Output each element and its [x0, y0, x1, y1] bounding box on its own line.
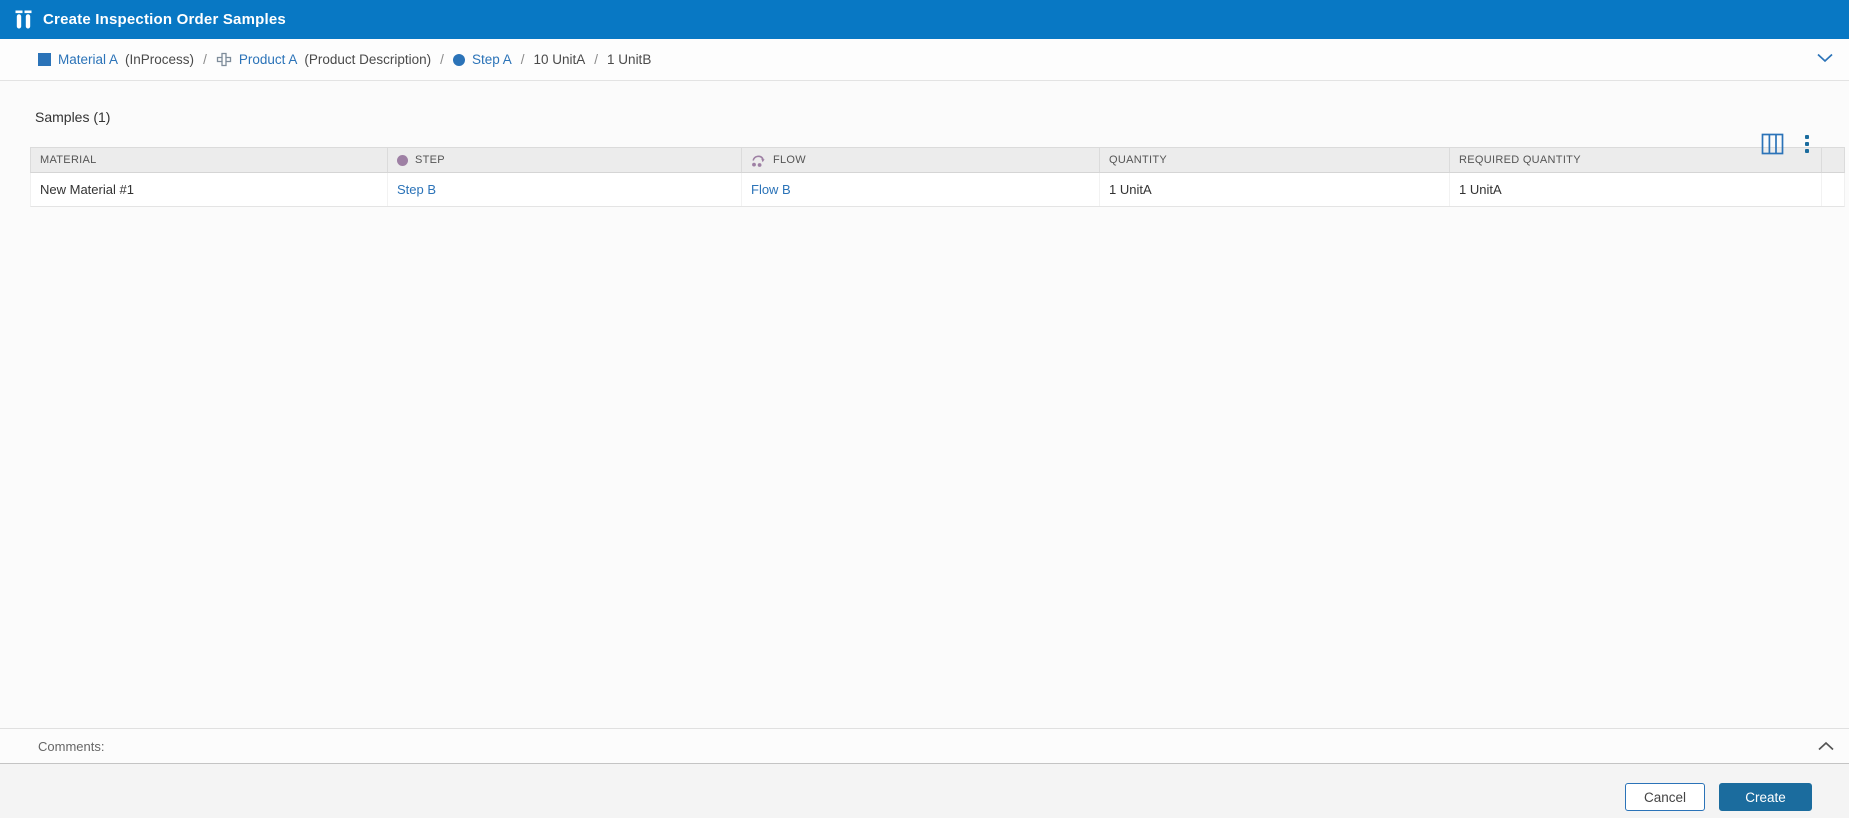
- table-tools: [1761, 133, 1811, 155]
- test-tubes-icon: [15, 10, 32, 29]
- material-icon: [38, 53, 51, 66]
- breadcrumb-separator: /: [203, 52, 207, 67]
- samples-table: MATERIAL STEP FLOW QUANTITY REQUIRED QUA…: [30, 147, 1845, 207]
- column-header-spacer: [1822, 148, 1846, 172]
- samples-table-header: MATERIAL STEP FLOW QUANTITY REQUIRED QUA…: [30, 147, 1845, 173]
- breadcrumb-primary-quantity: 10 UnitA: [533, 52, 586, 67]
- cell-quantity: 1 UnitA: [1100, 173, 1450, 206]
- page-title: Create Inspection Order Samples: [43, 11, 286, 28]
- footer-buttons: Cancel Create: [1625, 783, 1812, 811]
- comments-panel-header[interactable]: Comments:: [0, 728, 1849, 763]
- cancel-button[interactable]: Cancel: [1625, 783, 1705, 811]
- titlebar: Create Inspection Order Samples: [0, 0, 1849, 39]
- breadcrumb-separator: /: [594, 52, 599, 67]
- main-content: Samples (1) MATERIAL STEP FLOW QUANTITY …: [0, 108, 1849, 207]
- step-link[interactable]: Step B: [397, 182, 436, 197]
- breadcrumb-material-link[interactable]: Material A: [58, 52, 118, 67]
- breadcrumb-step: Step A: [452, 52, 512, 67]
- breadcrumb-step-link[interactable]: Step A: [472, 52, 512, 67]
- cell-spacer: [1822, 173, 1846, 206]
- column-header-flow: FLOW: [742, 148, 1100, 172]
- breadcrumb-separator: /: [440, 52, 444, 67]
- cell-required-quantity: 1 UnitA: [1450, 173, 1822, 206]
- table-row: New Material #1 Step B Flow B 1 UnitA 1 …: [30, 173, 1845, 207]
- breadcrumb-product-link[interactable]: Product A: [239, 52, 298, 67]
- comments-label: Comments:: [38, 738, 105, 754]
- step-type-icon: [397, 154, 408, 166]
- breadcrumb: Material A (InProcess) / Product A (Prod…: [0, 39, 1849, 81]
- chevron-up-icon[interactable]: [1818, 741, 1834, 751]
- columns-icon[interactable]: [1761, 133, 1784, 155]
- flow-link[interactable]: Flow B: [751, 182, 791, 197]
- kebab-menu-icon[interactable]: [1803, 133, 1811, 155]
- column-header-step: STEP: [388, 148, 742, 172]
- cell-step: Step B: [388, 173, 742, 206]
- column-header-material: MATERIAL: [31, 148, 388, 172]
- breadcrumb-secondary-quantity: 1 UnitB: [607, 52, 652, 67]
- breadcrumb-material: Material A (InProcess): [38, 52, 194, 67]
- breadcrumb-material-state: (InProcess): [125, 52, 195, 67]
- samples-table-body: New Material #1 Step B Flow B 1 UnitA 1 …: [30, 173, 1845, 207]
- product-icon: [216, 52, 232, 68]
- breadcrumb-product: Product A (Product Description): [216, 52, 431, 68]
- step-icon: [452, 53, 465, 66]
- create-button[interactable]: Create: [1719, 783, 1812, 811]
- breadcrumb-separator: /: [520, 52, 525, 67]
- footer-action-bar: Cancel Create: [0, 763, 1849, 818]
- flow-type-icon: [751, 153, 766, 167]
- chevron-down-icon[interactable]: [1817, 53, 1833, 63]
- column-header-quantity: QUANTITY: [1100, 148, 1450, 172]
- cell-flow: Flow B: [742, 173, 1100, 206]
- cell-material: New Material #1: [31, 173, 388, 206]
- samples-section-title: Samples (1): [35, 109, 111, 125]
- breadcrumb-product-description: (Product Description): [304, 52, 432, 67]
